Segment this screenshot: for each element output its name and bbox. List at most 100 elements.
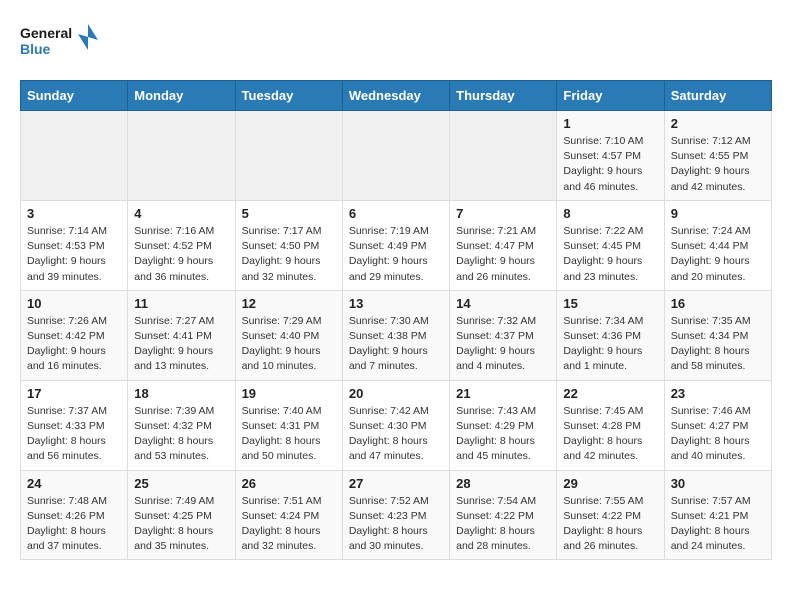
day-number: 6: [349, 206, 443, 221]
day-cell: 16 Sunrise: 7:35 AM Sunset: 4:34 PM Dayli…: [664, 290, 771, 380]
day-number: 24: [27, 476, 121, 491]
week-row-3: 10 Sunrise: 7:26 AM Sunset: 4:42 PM Dayli…: [21, 290, 772, 380]
day-info: Sunrise: 7:34 AM Sunset: 4:36 PM Dayligh…: [563, 314, 657, 375]
day-info: Sunrise: 7:57 AM Sunset: 4:21 PM Dayligh…: [671, 494, 765, 555]
day-info: Sunrise: 7:26 AM Sunset: 4:42 PM Dayligh…: [27, 314, 121, 375]
week-row-1: 1 Sunrise: 7:10 AM Sunset: 4:57 PM Daylig…: [21, 111, 772, 201]
day-cell: 9 Sunrise: 7:24 AM Sunset: 4:44 PM Daylig…: [664, 200, 771, 290]
day-number: 14: [456, 296, 550, 311]
day-cell: 23 Sunrise: 7:46 AM Sunset: 4:27 PM Dayli…: [664, 380, 771, 470]
day-info: Sunrise: 7:19 AM Sunset: 4:49 PM Dayligh…: [349, 224, 443, 285]
day-number: 9: [671, 206, 765, 221]
day-cell: [450, 111, 557, 201]
week-row-5: 24 Sunrise: 7:48 AM Sunset: 4:26 PM Dayli…: [21, 470, 772, 560]
day-cell: 5 Sunrise: 7:17 AM Sunset: 4:50 PM Daylig…: [235, 200, 342, 290]
day-cell: 10 Sunrise: 7:26 AM Sunset: 4:42 PM Dayli…: [21, 290, 128, 380]
week-row-4: 17Sunrise: 7:37 AM Sunset: 4:33 PM Dayli…: [21, 380, 772, 470]
day-info: Sunrise: 7:55 AM Sunset: 4:22 PM Dayligh…: [563, 494, 657, 555]
day-number: 18: [134, 386, 228, 401]
day-cell: 30 Sunrise: 7:57 AM Sunset: 4:21 PM Dayli…: [664, 470, 771, 560]
day-info: Sunrise: 7:22 AM Sunset: 4:45 PM Dayligh…: [563, 224, 657, 285]
day-info: Sunrise: 7:29 AM Sunset: 4:40 PM Dayligh…: [242, 314, 336, 375]
day-cell: 4 Sunrise: 7:16 AM Sunset: 4:52 PM Daylig…: [128, 200, 235, 290]
day-info: Sunrise: 7:37 AM Sunset: 4:33 PM Dayligh…: [27, 404, 121, 465]
day-info: Sunrise: 7:10 AM Sunset: 4:57 PM Dayligh…: [563, 134, 657, 195]
day-number: 23: [671, 386, 765, 401]
day-number: 16: [671, 296, 765, 311]
day-number: 26: [242, 476, 336, 491]
day-cell: 19 Sunrise: 7:40 AM Sunset: 4:31 PM Dayli…: [235, 380, 342, 470]
day-number: 19: [242, 386, 336, 401]
day-number: 4: [134, 206, 228, 221]
day-number: 1: [563, 116, 657, 131]
day-cell: 12Sunrise: 7:29 AM Sunset: 4:40 PM Dayli…: [235, 290, 342, 380]
day-info: Sunrise: 7:40 AM Sunset: 4:31 PM Dayligh…: [242, 404, 336, 465]
page-header: General Blue: [20, 20, 772, 64]
day-number: 13: [349, 296, 443, 311]
day-cell: [235, 111, 342, 201]
day-number: 22: [563, 386, 657, 401]
day-number: 30: [671, 476, 765, 491]
day-info: Sunrise: 7:48 AM Sunset: 4:26 PM Dayligh…: [27, 494, 121, 555]
day-cell: 22 Sunrise: 7:45 AM Sunset: 4:28 PM Dayli…: [557, 380, 664, 470]
day-number: 15: [563, 296, 657, 311]
day-number: 5: [242, 206, 336, 221]
day-info: Sunrise: 7:17 AM Sunset: 4:50 PM Dayligh…: [242, 224, 336, 285]
day-cell: 1 Sunrise: 7:10 AM Sunset: 4:57 PM Daylig…: [557, 111, 664, 201]
col-header-monday: Monday: [128, 81, 235, 111]
day-cell: 18 Sunrise: 7:39 AM Sunset: 4:32 PM Dayli…: [128, 380, 235, 470]
svg-text:General: General: [20, 25, 72, 41]
day-info: Sunrise: 7:24 AM Sunset: 4:44 PM Dayligh…: [671, 224, 765, 285]
day-number: 21: [456, 386, 550, 401]
day-number: 29: [563, 476, 657, 491]
day-info: Sunrise: 7:45 AM Sunset: 4:28 PM Dayligh…: [563, 404, 657, 465]
svg-text:Blue: Blue: [20, 41, 51, 57]
calendar-table: SundayMondayTuesdayWednesdayThursdayFrid…: [20, 80, 772, 560]
day-number: 3: [27, 206, 121, 221]
day-cell: 24 Sunrise: 7:48 AM Sunset: 4:26 PM Dayli…: [21, 470, 128, 560]
day-number: 25: [134, 476, 228, 491]
day-number: 7: [456, 206, 550, 221]
day-cell: 29 Sunrise: 7:55 AM Sunset: 4:22 PM Dayli…: [557, 470, 664, 560]
day-cell: 21 Sunrise: 7:43 AM Sunset: 4:29 PM Dayli…: [450, 380, 557, 470]
day-number: 8: [563, 206, 657, 221]
day-cell: [128, 111, 235, 201]
day-info: Sunrise: 7:12 AM Sunset: 4:55 PM Dayligh…: [671, 134, 765, 195]
day-info: Sunrise: 7:51 AM Sunset: 4:24 PM Dayligh…: [242, 494, 336, 555]
day-cell: 25 Sunrise: 7:49 AM Sunset: 4:25 PM Dayli…: [128, 470, 235, 560]
day-cell: 6 Sunrise: 7:19 AM Sunset: 4:49 PM Daylig…: [342, 200, 449, 290]
day-number: 20: [349, 386, 443, 401]
day-info: Sunrise: 7:27 AM Sunset: 4:41 PM Dayligh…: [134, 314, 228, 375]
day-cell: 11Sunrise: 7:27 AM Sunset: 4:41 PM Dayli…: [128, 290, 235, 380]
col-header-friday: Friday: [557, 81, 664, 111]
calendar-header-row: SundayMondayTuesdayWednesdayThursdayFrid…: [21, 81, 772, 111]
logo-icon: General Blue: [20, 20, 100, 64]
col-header-sunday: Sunday: [21, 81, 128, 111]
day-info: Sunrise: 7:54 AM Sunset: 4:22 PM Dayligh…: [456, 494, 550, 555]
day-info: Sunrise: 7:42 AM Sunset: 4:30 PM Dayligh…: [349, 404, 443, 465]
logo: General Blue: [20, 20, 100, 64]
day-cell: [342, 111, 449, 201]
day-number: 2: [671, 116, 765, 131]
day-cell: 2 Sunrise: 7:12 AM Sunset: 4:55 PM Daylig…: [664, 111, 771, 201]
day-cell: 27Sunrise: 7:52 AM Sunset: 4:23 PM Dayli…: [342, 470, 449, 560]
day-cell: [21, 111, 128, 201]
day-info: Sunrise: 7:32 AM Sunset: 4:37 PM Dayligh…: [456, 314, 550, 375]
day-info: Sunrise: 7:39 AM Sunset: 4:32 PM Dayligh…: [134, 404, 228, 465]
day-cell: 7Sunrise: 7:21 AM Sunset: 4:47 PM Daylig…: [450, 200, 557, 290]
day-info: Sunrise: 7:35 AM Sunset: 4:34 PM Dayligh…: [671, 314, 765, 375]
day-number: 27: [349, 476, 443, 491]
day-info: Sunrise: 7:49 AM Sunset: 4:25 PM Dayligh…: [134, 494, 228, 555]
day-info: Sunrise: 7:43 AM Sunset: 4:29 PM Dayligh…: [456, 404, 550, 465]
day-cell: 28 Sunrise: 7:54 AM Sunset: 4:22 PM Dayli…: [450, 470, 557, 560]
day-info: Sunrise: 7:30 AM Sunset: 4:38 PM Dayligh…: [349, 314, 443, 375]
day-cell: 26 Sunrise: 7:51 AM Sunset: 4:24 PM Dayli…: [235, 470, 342, 560]
day-cell: 3Sunrise: 7:14 AM Sunset: 4:53 PM Daylig…: [21, 200, 128, 290]
day-cell: 20 Sunrise: 7:42 AM Sunset: 4:30 PM Dayli…: [342, 380, 449, 470]
day-number: 10: [27, 296, 121, 311]
day-info: Sunrise: 7:46 AM Sunset: 4:27 PM Dayligh…: [671, 404, 765, 465]
col-header-wednesday: Wednesday: [342, 81, 449, 111]
week-row-2: 3Sunrise: 7:14 AM Sunset: 4:53 PM Daylig…: [21, 200, 772, 290]
day-info: Sunrise: 7:16 AM Sunset: 4:52 PM Dayligh…: [134, 224, 228, 285]
day-number: 28: [456, 476, 550, 491]
